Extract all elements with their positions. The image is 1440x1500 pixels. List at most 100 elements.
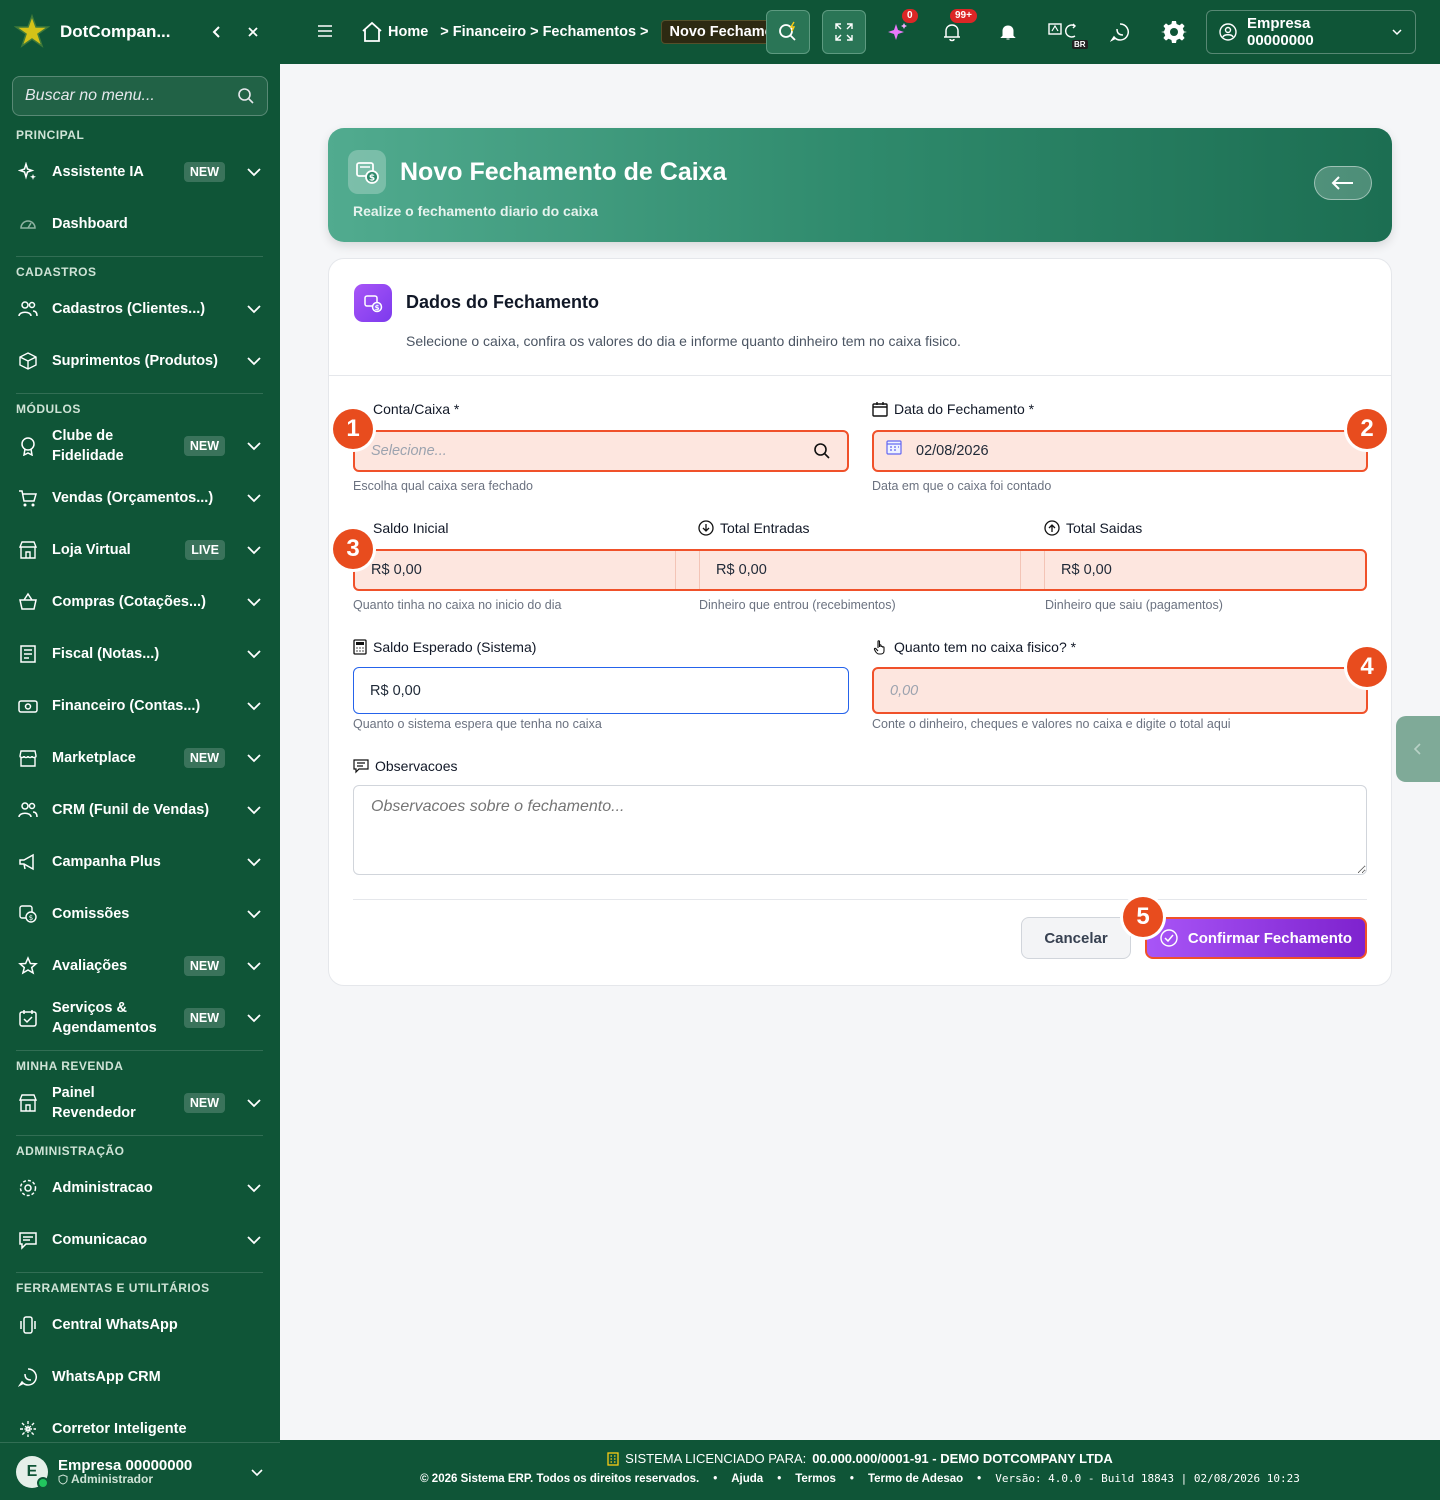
hamburger-menu-icon[interactable] [316,22,334,40]
sidebar-item-label: Compras (Cotações...) [52,594,206,610]
sidebar-item-whatsapp-crm[interactable]: WhatsApp CRM [16,1365,263,1389]
sidebar-item-clube[interactable]: Clube de Fidelidade NEW [16,426,263,466]
user-profile[interactable]: E Empresa 00000000 Administrador [0,1442,280,1500]
observacoes-textarea[interactable] [353,785,1367,875]
data-field[interactable]: 02/08/2026 [872,430,1368,472]
new-badge: NEW [183,748,225,768]
side-panel-toggle[interactable] [1396,716,1440,782]
form-title: Dados do Fechamento [406,292,600,312]
arrow-down-circle-icon [698,520,714,536]
sidebar-item-administracao[interactable]: Administracao [16,1176,263,1200]
chevron-down-icon[interactable] [245,957,263,975]
message-icon [16,1228,40,1252]
breadcrumb-home[interactable]: Home [388,24,428,40]
avatar: E [16,1455,49,1489]
cancel-button[interactable]: Cancelar [1021,917,1131,959]
chevron-down-icon[interactable] [245,1009,263,1027]
confirm-closing-button[interactable]: Confirmar Fechamento [1145,917,1367,959]
help-link[interactable]: Ajuda [731,1473,763,1485]
main-content: $ Novo Fechamento de Caixa Realize o fec… [280,64,1440,1440]
sidebar-item-fiscal[interactable]: Fiscal (Notas...) [16,642,263,666]
notifications-button[interactable]: 99+ [930,9,977,54]
chevron-down-icon[interactable] [245,1179,263,1197]
menu-search-input[interactable] [25,87,237,105]
chevron-down-icon[interactable] [245,853,263,871]
sidebar-item-financeiro[interactable]: Financeiro (Contas...) [16,694,263,718]
chevron-down-icon[interactable] [245,541,263,559]
version-info: Versão: 4.0.0 - Build 18843 | 02/08/2026… [995,1472,1300,1485]
sidebar-item-campanha[interactable]: Campanha Plus [16,850,263,874]
sidebar-item-servicos[interactable]: Serviços & Agendamentos NEW [16,998,263,1038]
total-saidas-field[interactable]: R$ 0,00 [1045,551,1365,589]
chevron-down-icon[interactable] [245,437,263,455]
caixa-fisico-field[interactable] [872,667,1368,714]
box-icon [16,349,40,373]
sidebar-item-compras[interactable]: Compras (Cotações...) [16,590,263,614]
terms-link[interactable]: Termos [795,1473,836,1485]
cash-register-icon: $ [354,284,392,322]
settings-button[interactable] [1152,10,1196,54]
collapse-sidebar-icon[interactable] [204,19,230,45]
saldo-inicial-value: R$ 0,00 [371,562,422,578]
section-modulos: MÓDULOS [16,402,81,416]
divider [16,1050,263,1051]
conta-select[interactable] [353,430,849,472]
ai-assistant-button[interactable]: 0 [876,9,920,54]
chevron-down-icon[interactable] [245,645,263,663]
quick-search-button[interactable] [766,10,810,54]
calendar-icon[interactable] [886,439,902,455]
chevron-down-icon[interactable] [245,1094,263,1112]
saldo-inicial-field[interactable]: R$ 0,00 [355,551,676,589]
sidebar-item-label: Assistente IA [52,164,144,180]
caixa-fisico-input[interactable] [890,682,1350,699]
conta-input[interactable] [371,443,813,459]
sidebar-item-label: Marketplace [52,750,136,766]
sidebar-item-vendas[interactable]: Vendas (Orçamentos...) [16,486,263,510]
sidebar-item-painel[interactable]: Painel Revendedor NEW [16,1083,263,1123]
saldo-esperado-field: R$ 0,00 [353,667,849,714]
sidebar-item-assistente[interactable]: Assistente IA NEW [16,160,263,184]
sidebar-item-crm[interactable]: CRM (Funil de Vendas) [16,798,263,822]
language-switch-button[interactable]: BR [1042,10,1088,54]
shop-icon [16,746,40,770]
home-icon[interactable] [360,20,384,44]
chevron-down-icon[interactable] [245,1231,263,1249]
breadcrumb-fechamentos[interactable]: Fechamentos [543,24,636,40]
sidebar-item-cadastros[interactable]: Cadastros (Clientes...) [16,297,263,321]
sidebar-item-comissoes[interactable]: $ Comissões [16,902,263,926]
sidebar-item-suprimentos[interactable]: Suprimentos (Produtos) [16,349,263,373]
total-entradas-field[interactable]: R$ 0,00 [700,551,1021,589]
search-icon[interactable] [813,442,831,460]
new-badge: NEW [183,436,225,456]
whatsapp-button[interactable] [1098,10,1142,54]
breadcrumb-financeiro[interactable]: Financeiro [453,24,526,40]
company-selector[interactable]: Empresa 00000000 [1206,10,1416,54]
notifications-count-badge: 99+ [950,9,977,23]
chevron-down-icon[interactable] [245,489,263,507]
search-icon[interactable] [237,87,255,105]
back-button[interactable] [1314,166,1372,200]
chevron-down-icon[interactable] [245,352,263,370]
close-sidebar-icon[interactable] [240,19,266,45]
chevron-down-icon[interactable] [245,163,263,181]
sidebar-item-corretor[interactable]: Corretor Inteligente [16,1417,263,1441]
chevron-down-icon[interactable] [245,801,263,819]
sidebar-item-marketplace[interactable]: Marketplace NEW [16,746,263,770]
form-subtitle: Selecione o caixa, confira os valores do… [406,333,961,349]
chevron-down-icon[interactable] [245,300,263,318]
fullscreen-button[interactable] [822,10,866,54]
sidebar-item-avaliacoes[interactable]: Avaliações NEW [16,954,263,978]
sidebar-item-dashboard[interactable]: Dashboard [16,212,263,236]
chevron-down-icon[interactable] [250,1465,264,1479]
saldo-esperado-label-text: Saldo Esperado (Sistema) [373,639,537,655]
chevron-down-icon[interactable] [245,697,263,715]
chevron-down-icon[interactable] [245,749,263,767]
sidebar-item-loja[interactable]: Loja Virtual LIVE [16,538,263,562]
data-value: 02/08/2026 [916,443,989,459]
adhesion-terms-link[interactable]: Termo de Adesao [868,1473,963,1485]
sidebar-item-comunicacao[interactable]: Comunicacao [16,1228,263,1252]
chevron-down-icon[interactable] [245,905,263,923]
alerts-button[interactable] [986,10,1030,54]
sidebar-item-central-whatsapp[interactable]: Central WhatsApp [16,1313,263,1337]
chevron-down-icon[interactable] [245,593,263,611]
